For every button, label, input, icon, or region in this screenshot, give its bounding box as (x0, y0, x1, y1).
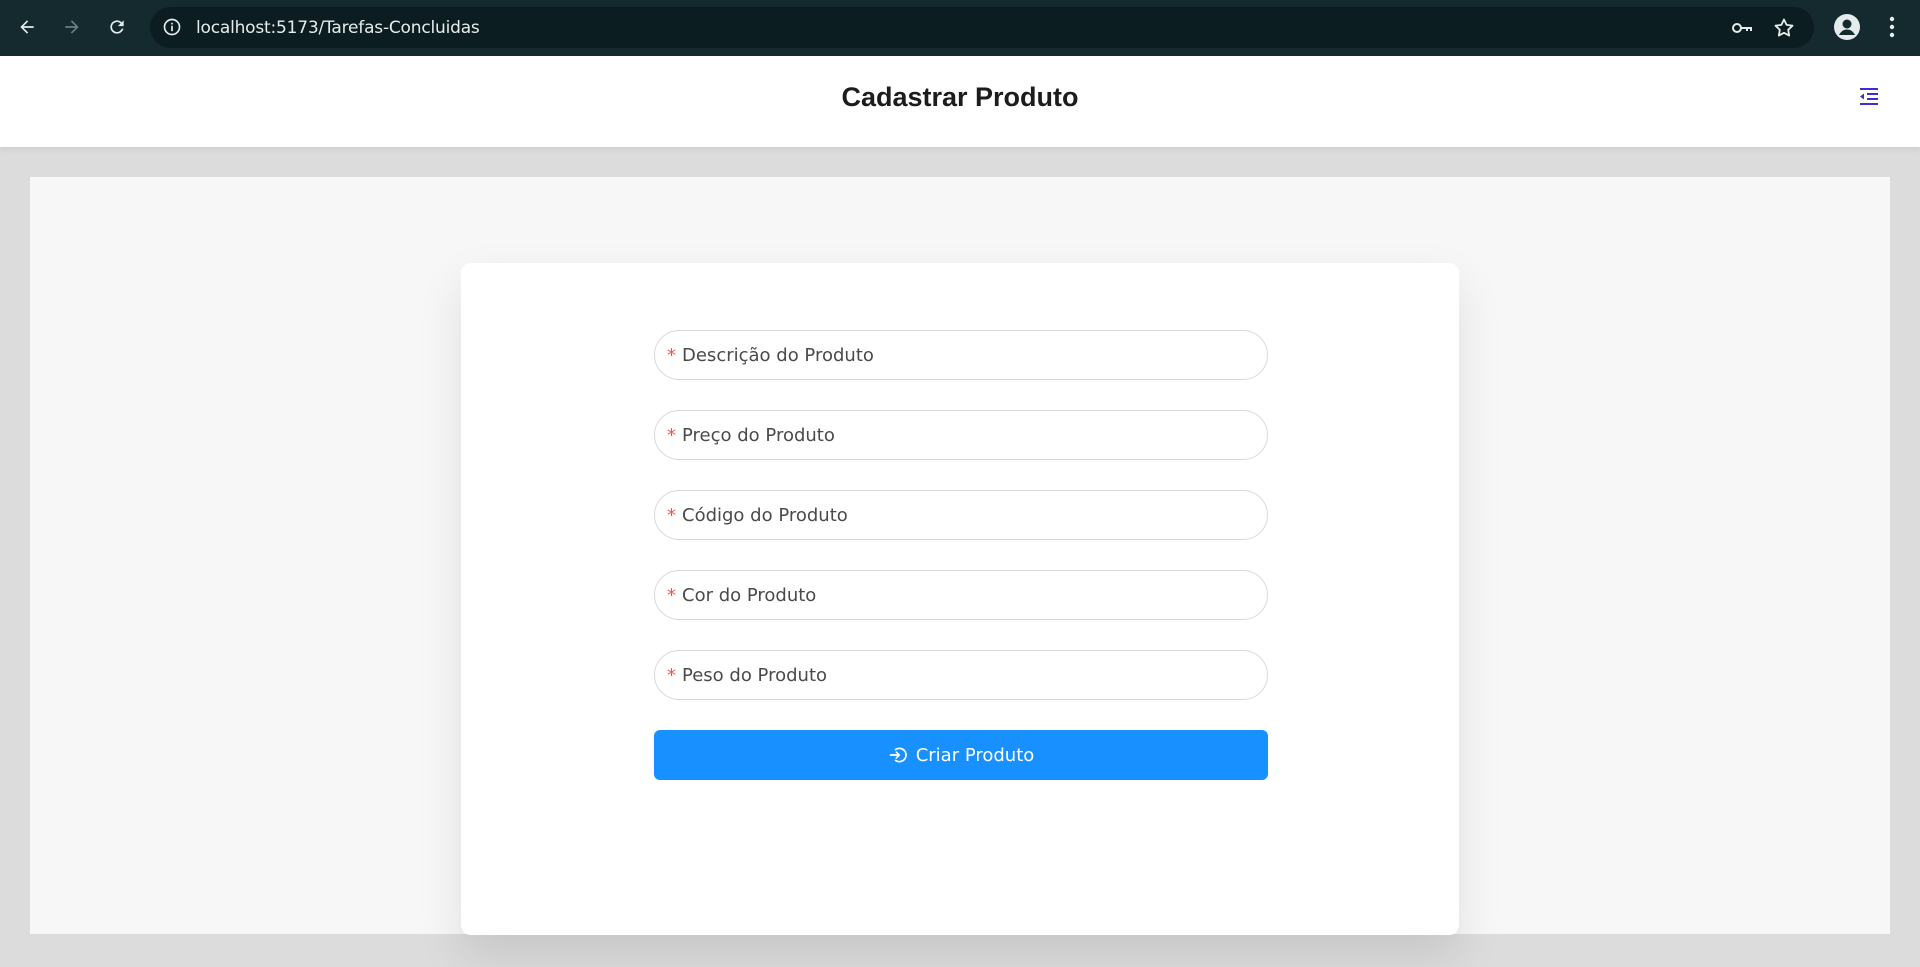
reload-button[interactable] (100, 10, 134, 44)
criar-produto-button[interactable]: Criar Produto (654, 730, 1268, 780)
main-content: * Descrição do Produto * Preço do Produt… (30, 177, 1890, 935)
more-vert-icon (1889, 16, 1895, 38)
menu-fold-icon[interactable] (1857, 84, 1881, 108)
form-card: * Descrição do Produto * Preço do Produt… (461, 263, 1459, 935)
forward-button[interactable] (55, 10, 89, 44)
profile-icon (1834, 14, 1860, 40)
bookmark-star-icon[interactable] (1772, 16, 1796, 40)
peso-placeholder: Peso do Produto (682, 665, 828, 686)
cor-input[interactable]: * Cor do Produto (654, 570, 1268, 620)
reload-icon (110, 20, 124, 34)
password-key-icon[interactable] (1730, 16, 1754, 40)
forward-arrow-icon (65, 20, 79, 34)
cor-placeholder: Cor do Produto (682, 585, 817, 606)
required-mark: * (667, 505, 676, 526)
app-header: Cadastrar Produto (0, 56, 1920, 147)
page-title: Cadastrar Produto (841, 82, 1079, 112)
codigo-input[interactable]: * Código do Produto (654, 490, 1268, 540)
site-info-icon[interactable] (162, 17, 182, 37)
url-text[interactable]: localhost:5173/Tarefas-Concluidas (196, 18, 480, 38)
address-bar[interactable]: localhost:5173/Tarefas-Concluidas (150, 7, 1814, 48)
back-button[interactable] (10, 10, 44, 44)
preco-input[interactable]: * Preço do Produto (654, 410, 1268, 460)
browser-menu-button[interactable] (1876, 11, 1908, 43)
browser-toolbar: localhost:5173/Tarefas-Concluidas (0, 0, 1920, 56)
profile-button[interactable] (1831, 11, 1863, 43)
criar-produto-label: Criar Produto (915, 744, 1035, 766)
descricao-input[interactable]: * Descrição do Produto (654, 330, 1268, 380)
login-icon (889, 747, 907, 763)
required-mark: * (667, 345, 676, 366)
codigo-placeholder: Código do Produto (682, 505, 848, 526)
preco-placeholder: Preço do Produto (682, 425, 835, 446)
descricao-placeholder: Descrição do Produto (682, 345, 874, 366)
required-mark: * (667, 425, 676, 446)
peso-input[interactable]: * Peso do Produto (654, 650, 1268, 700)
required-mark: * (667, 585, 676, 606)
required-mark: * (667, 665, 676, 686)
back-arrow-icon (20, 20, 34, 34)
